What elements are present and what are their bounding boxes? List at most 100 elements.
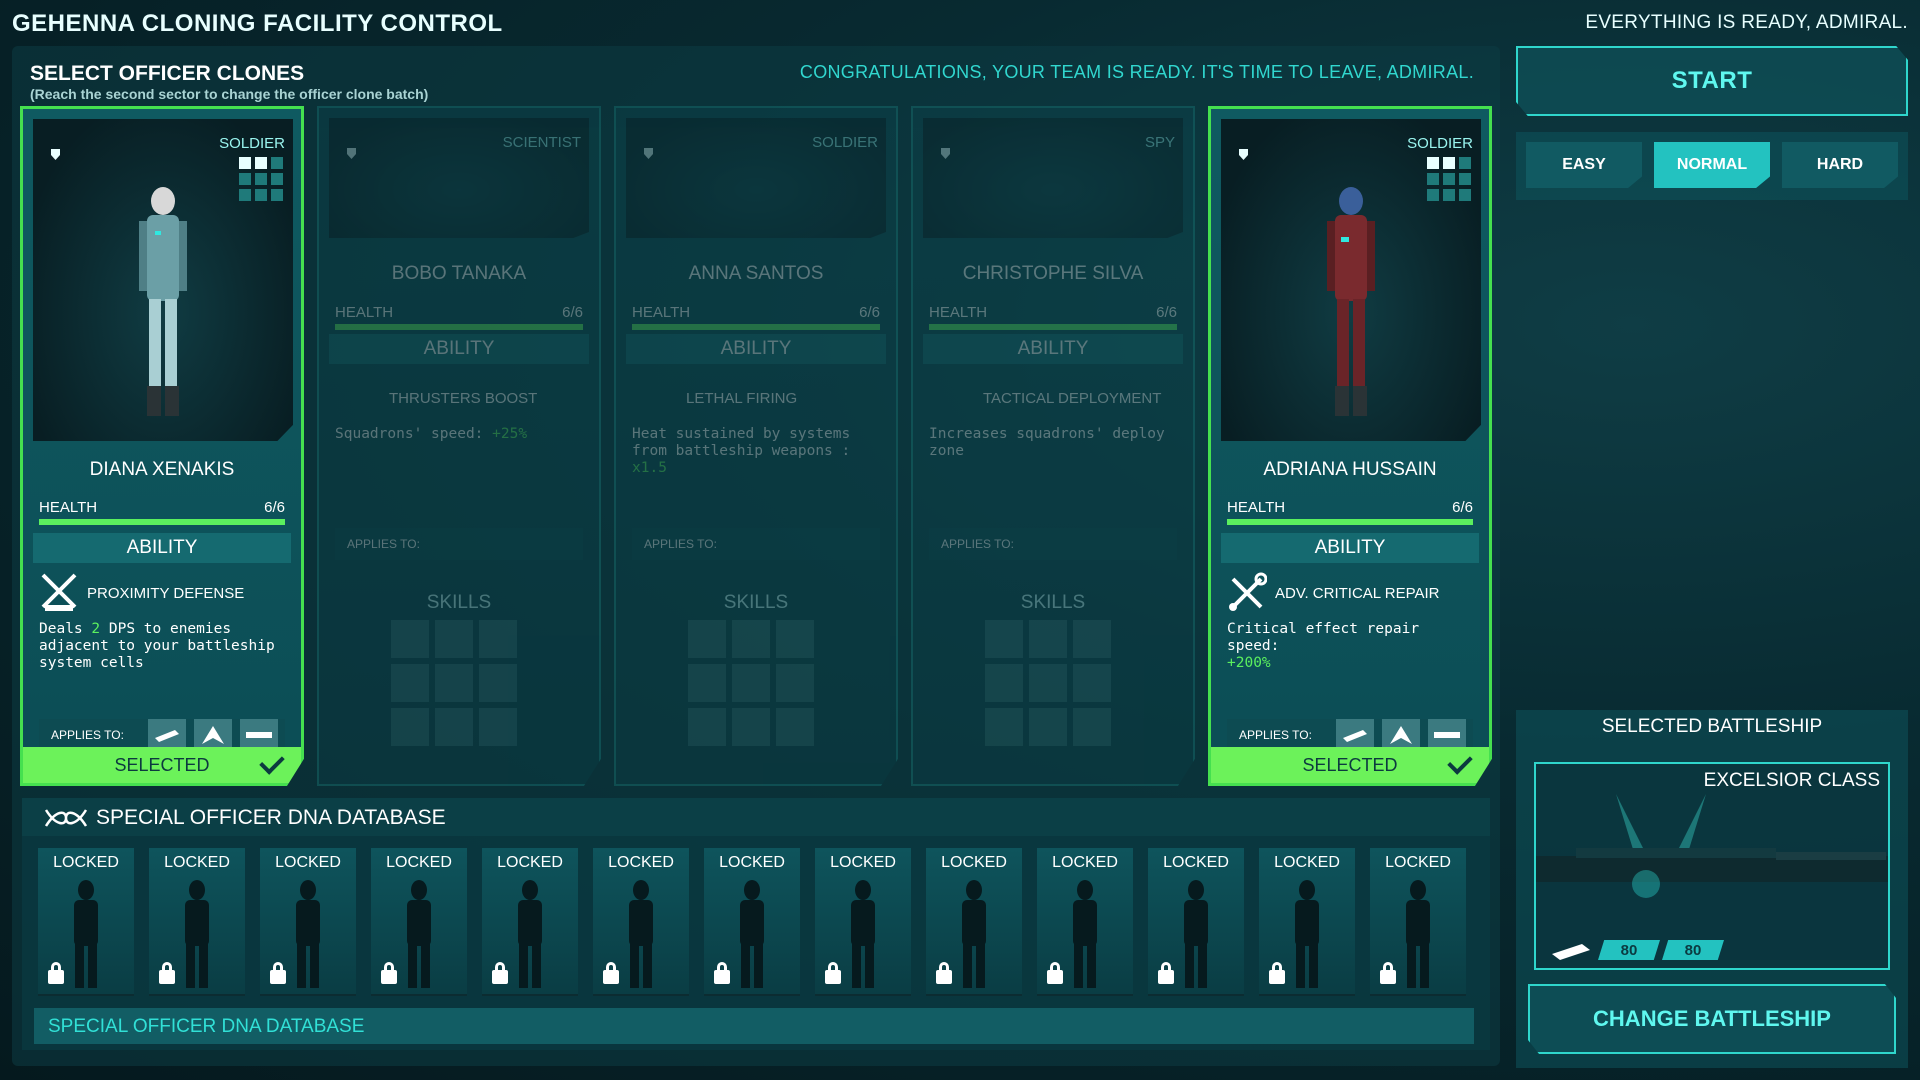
difficulty-normal-button[interactable]: NORMAL [1654, 142, 1770, 188]
locked-officer-slot[interactable]: LOCKED [371, 848, 467, 996]
health-label: HEALTH [1227, 499, 1286, 516]
health-bar [1227, 519, 1473, 525]
officer-class: SPY [1144, 134, 1175, 151]
locked-label: LOCKED [1163, 854, 1229, 871]
locked-officer-slot[interactable]: LOCKED [1370, 848, 1466, 996]
locked-label: LOCKED [608, 854, 674, 871]
officer-portrait: SPY [923, 118, 1183, 238]
officer-card-diana-xenakis[interactable]: SOLDIER DIANA XENAKIS HEALTH 6/6 ABILITY… [20, 106, 304, 786]
locked-label: LOCKED [719, 854, 785, 871]
checkmark-icon [259, 749, 285, 775]
locked-label: LOCKED [941, 854, 1007, 871]
locked-label: LOCKED [53, 854, 119, 871]
officer-name: BOBO TANAKA [391, 263, 527, 284]
lock-icon [48, 962, 64, 984]
locked-officer-slot[interactable]: LOCKED [1259, 848, 1355, 996]
officer-name: ANNA SANTOS [688, 263, 824, 284]
lock-icon [1380, 962, 1396, 984]
ability-description: Heat sustained by systems from battleshi… [632, 426, 851, 476]
health-bar [335, 324, 583, 330]
locked-officer-slot[interactable]: LOCKED [260, 848, 356, 996]
locked-officer-slot[interactable]: LOCKED [926, 848, 1022, 996]
officer-silhouette [74, 880, 98, 988]
officer-silhouette [1406, 880, 1430, 988]
ability-description: Critical effect repair speed: +200% [1227, 621, 1420, 671]
health-bar [39, 519, 285, 525]
lock-icon [270, 962, 286, 984]
applies-to-row: APPLIES TO: [632, 528, 880, 560]
skills-heading: SKILLS [1020, 592, 1086, 613]
locked-label: LOCKED [386, 854, 452, 871]
officer-portrait: SOLDIER [33, 119, 293, 441]
locked-label: LOCKED [1385, 854, 1451, 871]
lock-icon [936, 962, 952, 984]
officer-card-christophe-silva[interactable]: SPY CHRISTOPHE SILVA HEALTH 6/6 ABILITY T… [911, 106, 1195, 786]
ability-heading: ABILITY [33, 533, 291, 563]
officer-class: SOLDIER [812, 134, 878, 151]
dna-database-footer-label: SPECIAL OFFICER DNA DATABASE [48, 1016, 365, 1037]
officer-silhouette [407, 880, 431, 988]
battleship-title: SELECTED BATTLESHIP [1601, 716, 1823, 737]
health-label: HEALTH [39, 499, 98, 516]
health-value: 6/6 [1452, 499, 1473, 516]
locked-label: LOCKED [275, 854, 341, 871]
dna-database-title: SPECIAL OFFICER DNA DATABASE [96, 806, 446, 829]
skills-grid [985, 620, 1111, 746]
skills-grid [688, 620, 814, 746]
ability-description: Squadrons' speed: +25% [335, 426, 528, 442]
skills-heading: SKILLS [426, 592, 492, 613]
officer-silhouette [1184, 880, 1208, 988]
locked-officer-slot[interactable]: LOCKED [1037, 848, 1133, 996]
ability-name: ADV. CRITICAL REPAIR [1275, 585, 1440, 602]
locked-officer-slot[interactable]: LOCKED [593, 848, 689, 996]
locked-officer-slot[interactable]: LOCKED [482, 848, 578, 996]
ability-name: LETHAL FIRING [686, 390, 798, 407]
shield-icon [1239, 149, 1248, 160]
ready-message: CONGRATULATIONS, YOUR TEAM IS READY. IT'… [799, 62, 1474, 82]
officer-card-adriana-hussain[interactable]: SOLDIER ADRIANA HUSSAIN HEALTH 6/6 ABILI… [1208, 106, 1492, 786]
locked-officer-slot[interactable]: LOCKED [704, 848, 800, 996]
lock-icon [1269, 962, 1285, 984]
locked-officer-slot[interactable]: LOCKED [149, 848, 245, 996]
shield-icon [347, 148, 356, 159]
health-bar [929, 324, 1177, 330]
lock-icon [159, 962, 175, 984]
ability-description: Increases squadrons' deploy zone [929, 426, 1165, 459]
start-button[interactable]: START [1516, 46, 1908, 116]
officer-silhouette [740, 880, 764, 988]
selected-indicator[interactable]: SELECTED [23, 747, 301, 783]
selected-indicator[interactable]: SELECTED [1211, 747, 1489, 783]
officer-silhouette [296, 880, 320, 988]
health-row: HEALTH 6/6 [1227, 499, 1473, 516]
locked-officer-slot[interactable]: LOCKED [815, 848, 911, 996]
officer-card-bobo-tanaka[interactable]: SCIENTIST BOBO TANAKA HEALTH 6/6 ABILITY … [317, 106, 601, 786]
difficulty-easy-button[interactable]: EASY [1526, 142, 1642, 188]
ability-name: PROXIMITY DEFENSE [87, 585, 245, 602]
locked-label: LOCKED [164, 854, 230, 871]
officer-silhouette [962, 880, 986, 988]
ability-heading: ABILITY [923, 334, 1183, 364]
officer-class: SOLDIER [219, 135, 285, 152]
applies-to-row: APPLIES TO: [929, 528, 1177, 560]
cell-grid-icon [1427, 157, 1471, 201]
ability-heading: ABILITY [626, 334, 886, 364]
officer-silhouette [1073, 880, 1097, 988]
skills-heading: SKILLS [723, 592, 789, 613]
applies-label: APPLIES TO: [1239, 728, 1312, 742]
officer-card-anna-santos[interactable]: SOLDIER ANNA SANTOS HEALTH 6/6 ABILITY LE… [614, 106, 898, 786]
ability-heading: ABILITY [329, 334, 589, 364]
locked-officer-slot[interactable]: LOCKED [1148, 848, 1244, 996]
cell-grid-icon [239, 157, 283, 201]
change-battleship-button[interactable]: CHANGE BATTLESHIP [1528, 984, 1896, 1054]
shield-icon [51, 149, 60, 160]
status-message: EVERYTHING IS READY, ADMIRAL. [1585, 12, 1908, 33]
officer-class: SCIENTIST [502, 134, 581, 151]
locked-label: LOCKED [830, 854, 896, 871]
locked-officer-slot[interactable]: LOCKED [38, 848, 134, 996]
wrench-icon [1229, 572, 1267, 611]
panel-heading: SELECT OFFICER CLONES [30, 62, 305, 85]
panel-subheading: (Reach the second sector to change the o… [30, 86, 429, 102]
officer-figure [1327, 187, 1375, 416]
officer-silhouette [851, 880, 875, 988]
difficulty-hard-button[interactable]: HARD [1782, 142, 1898, 188]
